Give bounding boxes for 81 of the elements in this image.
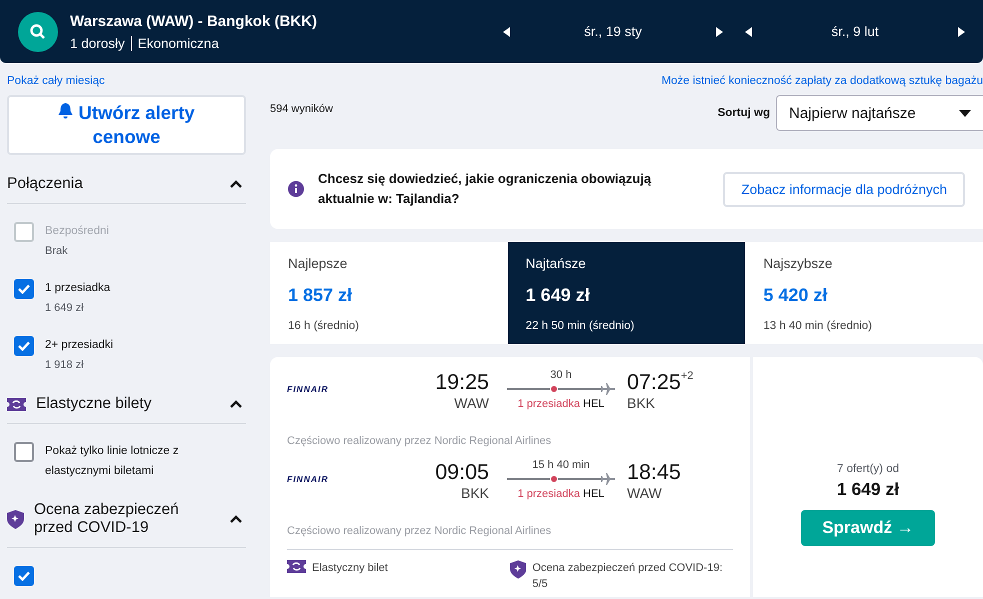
shield-icon (7, 510, 24, 528)
sort-tab[interactable]: Najtańsze 1 649 zł 22 h 50 min (średnio) (508, 242, 746, 344)
next-icon[interactable] (715, 26, 723, 36)
chevron-icon[interactable] (230, 515, 242, 523)
results-count: 594 wyników (270, 103, 333, 115)
tab-price: 5 420 zł (763, 285, 828, 306)
date-label[interactable]: śr., 19 sty (571, 24, 655, 39)
option-price: 1 649 zł (45, 301, 85, 316)
route-line-icon (507, 383, 615, 395)
checkbox[interactable] (14, 336, 34, 356)
checkmark-icon (18, 571, 30, 581)
flight-duration: 30 h (550, 369, 572, 381)
sort-tab[interactable]: Najszybsze 5 420 zł 13 h 40 min (średnio) (745, 242, 983, 344)
route-line-icon (507, 473, 615, 485)
cabin-text: Ekonomiczna (138, 36, 219, 50)
search-icon (29, 22, 47, 40)
checkmark-icon (18, 284, 30, 294)
tab-duration: 13 h 40 min (średnio) (763, 320, 874, 332)
option-label: 2+ przesiadki (45, 338, 114, 353)
info-icon (288, 181, 304, 197)
offers-text: 7 ofert(y) od (837, 463, 899, 475)
previous-icon[interactable] (503, 26, 511, 36)
option-label: Pokaż tylko linie lotnicze z elastycznymi biletami (45, 444, 180, 479)
tab-label: Najszybsze (763, 256, 834, 271)
route-title: Warszawa (WAW) - Bangkok (BKK) (70, 12, 317, 30)
airport-code: WAW (454, 395, 489, 411)
month-link[interactable]: Pokaż cały miesiąc (7, 75, 105, 87)
operator-note: Częściowo realizowany przez Nordic Regional Airlines (287, 525, 552, 537)
option-label: Bezpośredni (45, 224, 109, 239)
checkbox[interactable] (14, 442, 34, 462)
flight-duration: 15 h 40 min (532, 459, 590, 471)
sort-dropdown[interactable]: Najpierw najtańsze (776, 95, 983, 131)
checkmark-icon (18, 341, 30, 351)
airline-logo: FINNAIR (287, 474, 330, 484)
section-title: Ocena zabezpieczeń przed COVID-19 (34, 501, 180, 537)
sort-label: Sortuj wg (718, 107, 770, 119)
price-text: 1 649 zł (836, 479, 900, 500)
badge-text: Elastyczny bilet (312, 561, 388, 576)
chevron-icon[interactable] (230, 400, 242, 408)
tab-label: Najlepsze (288, 256, 348, 271)
option-label: 1 przesiadka (45, 281, 110, 296)
sort-tab[interactable]: Najlepsze 1 857 zł 16 h (średnio) (270, 242, 508, 344)
section-title: Połączenia (7, 175, 84, 193)
price-alert-button[interactable]: Utwórz alerty cenowe (7, 95, 246, 155)
shield-icon (510, 560, 526, 579)
travel-info-button[interactable]: Zobacz informacje dla podróżnych (723, 172, 965, 206)
departure-time: 19:25 (435, 369, 489, 395)
chevron-icon[interactable] (230, 180, 242, 188)
tab-duration: 16 h (średnio) (288, 320, 360, 332)
checkbox[interactable] (14, 566, 34, 586)
travellers-text: 1 dorosły (70, 36, 125, 50)
checkbox[interactable] (14, 279, 34, 299)
arrival-time: 07:25 (627, 369, 681, 395)
arrival-time: 18:45 (627, 459, 681, 485)
baggage-link[interactable]: Może istnieć konieczność zapłaty za dodatkową sztukę bagażu (661, 75, 983, 87)
tab-price: 1 649 zł (526, 285, 591, 306)
banner-text: Chcesz się dowiedzieć, jakie ograniczenia obowiązują aktualnie w: Tajlandia? (318, 170, 652, 208)
stops-text: 1 przesiadka HEL (518, 398, 604, 410)
previous-icon[interactable] (745, 26, 753, 36)
section-title: Elastyczne bilety (36, 395, 152, 413)
operator-note: Częściowo realizowany przez Nordic Regional Airlines (287, 435, 552, 447)
search-button[interactable] (18, 12, 58, 52)
next-icon[interactable] (957, 26, 965, 36)
badge-text: Ocena zabezpieczeń przed COVID-19: 5/5 (532, 561, 724, 592)
tab-label: Najtańsze (526, 256, 587, 271)
departure-time: 09:05 (435, 459, 489, 485)
ticket-icon (7, 398, 26, 410)
option-price: Brak (45, 244, 69, 259)
ticket-icon (287, 560, 306, 573)
tab-duration: 22 h 50 min (średnio) (526, 320, 636, 332)
date-label[interactable]: śr., 9 lut (813, 24, 897, 39)
stops-text: 1 przesiadka HEL (518, 488, 604, 500)
bell-icon (58, 103, 74, 120)
airline-logo: FINNAIR (287, 384, 330, 394)
caret-icon (959, 110, 971, 116)
airport-code: BKK (460, 485, 489, 501)
tab-price: 1 857 zł (288, 285, 354, 306)
day-offset: +2 (680, 370, 694, 382)
airport-code: WAW (627, 485, 663, 501)
option-price: 1 918 zł (45, 358, 85, 373)
airport-code: BKK (627, 395, 656, 411)
